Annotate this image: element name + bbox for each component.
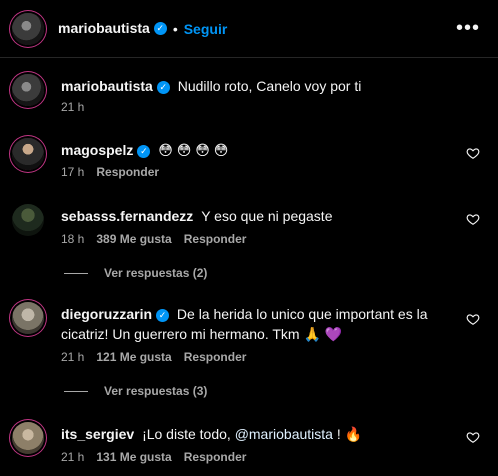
timestamp[interactable]: 17 h xyxy=(61,165,84,179)
view-replies-button[interactable]: Ver respuestas (2) xyxy=(64,266,207,280)
like-heart-icon[interactable] xyxy=(466,146,480,160)
avatar[interactable] xyxy=(12,302,44,334)
separator-dot: • xyxy=(172,20,178,37)
avatar[interactable] xyxy=(12,422,44,454)
comment-username[interactable]: diegoruzzarin xyxy=(61,306,152,322)
like-count[interactable]: 131 Me gusta xyxy=(96,450,171,464)
timestamp[interactable]: 21 h xyxy=(61,450,84,464)
comment-meta: 17 h Responder xyxy=(61,165,159,179)
timestamp[interactable]: 21 h xyxy=(61,100,84,114)
avatar[interactable] xyxy=(12,204,44,236)
reply-button[interactable]: Responder xyxy=(96,165,159,179)
comment-content: sebasss.fernandezz Y eso que ni pegaste xyxy=(61,206,458,226)
view-replies-button[interactable]: Ver respuestas (3) xyxy=(64,384,207,398)
comment-username[interactable]: its_sergiev xyxy=(61,426,134,442)
reply-button[interactable]: Responder xyxy=(184,450,247,464)
comment-content: diegoruzzarin ✓ De la herida lo unico que… xyxy=(61,304,458,344)
divider-line xyxy=(64,272,88,274)
avatar[interactable] xyxy=(12,12,44,45)
verified-icon: ✓ xyxy=(156,80,170,94)
verified-icon: ✓ xyxy=(153,21,167,35)
like-heart-icon[interactable] xyxy=(466,430,480,444)
header-username[interactable]: mariobautista ✓ xyxy=(58,20,167,38)
mention-link[interactable]: @mariobautista xyxy=(235,426,333,442)
follow-button[interactable]: Seguir xyxy=(184,21,228,37)
comment-meta: 21 h 131 Me gusta Responder xyxy=(61,450,246,464)
like-heart-icon[interactable] xyxy=(466,312,480,326)
comment-content: its_sergiev ¡Lo diste todo, @mariobautis… xyxy=(61,424,458,444)
like-heart-icon[interactable] xyxy=(466,212,480,226)
timestamp[interactable]: 21 h xyxy=(61,350,84,364)
timestamp[interactable]: 18 h xyxy=(61,232,84,246)
verified-icon: ✓ xyxy=(156,308,170,322)
reply-button[interactable]: Responder xyxy=(184,350,247,364)
comment-text-end: ! 🔥 xyxy=(332,426,363,442)
comment-text-start: ¡Lo diste todo, xyxy=(142,426,235,442)
avatar[interactable] xyxy=(12,138,44,170)
reply-button[interactable]: Responder xyxy=(184,232,247,246)
caption-username[interactable]: mariobautista xyxy=(61,78,153,94)
view-replies-label[interactable]: Ver respuestas (3) xyxy=(104,384,207,398)
post-header: mariobautista ✓ • Seguir ••• xyxy=(0,0,498,58)
comment-text: Y eso que ni pegaste xyxy=(201,208,333,224)
caption-meta: 21 h xyxy=(61,100,84,114)
comment-username[interactable]: sebasss.fernandezz xyxy=(61,208,193,224)
comment-username[interactable]: magospelz xyxy=(61,142,133,158)
like-count[interactable]: 389 Me gusta xyxy=(96,232,171,246)
comment-meta: 18 h 389 Me gusta Responder xyxy=(61,232,246,246)
comment-text: 😳 😳 😳 😳 xyxy=(158,142,229,158)
view-replies-label[interactable]: Ver respuestas (2) xyxy=(104,266,207,280)
divider-line xyxy=(64,390,88,392)
comment-content: magospelz ✓ 😳 😳 😳 😳 xyxy=(61,140,458,160)
caption-text: Nudillo roto, Canelo voy por ti xyxy=(177,78,362,94)
more-options-icon[interactable]: ••• xyxy=(456,17,480,40)
verified-icon: ✓ xyxy=(137,144,151,158)
avatar[interactable] xyxy=(12,74,44,106)
like-count[interactable]: 121 Me gusta xyxy=(96,350,171,364)
comment-meta: 21 h 121 Me gusta Responder xyxy=(61,350,246,364)
caption-content: mariobautista ✓ Nudillo roto, Canelo voy … xyxy=(61,76,458,96)
